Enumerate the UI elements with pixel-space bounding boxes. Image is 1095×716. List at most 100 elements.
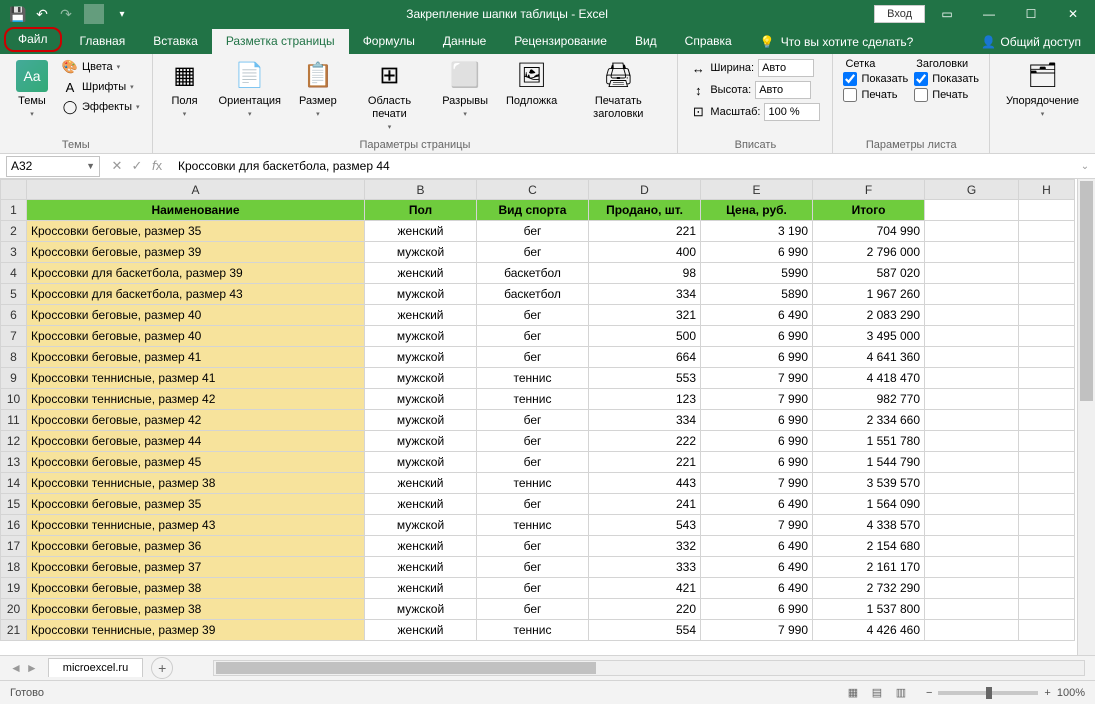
cell[interactable]: 334 xyxy=(589,284,701,305)
cell[interactable]: 6 490 xyxy=(701,536,813,557)
row-header[interactable]: 14 xyxy=(1,473,27,494)
maximize-icon[interactable]: ☐ xyxy=(1011,0,1051,28)
cell[interactable]: женский xyxy=(365,494,477,515)
cell[interactable]: 334 xyxy=(589,410,701,431)
table-header-cell[interactable]: Наименование xyxy=(27,200,365,221)
cell[interactable]: 6 490 xyxy=(701,578,813,599)
page-break-view-icon[interactable]: ▥ xyxy=(890,684,912,702)
cell[interactable]: Кроссовки беговые, размер 37 xyxy=(27,557,365,578)
cell[interactable]: 2 334 660 xyxy=(813,410,925,431)
cell[interactable]: бег xyxy=(477,599,589,620)
cell[interactable]: Кроссовки теннисные, размер 41 xyxy=(27,368,365,389)
tab-review[interactable]: Рецензирование xyxy=(500,29,621,54)
cell[interactable]: 1 564 090 xyxy=(813,494,925,515)
cell[interactable]: теннис xyxy=(477,389,589,410)
cell[interactable]: 1 544 790 xyxy=(813,452,925,473)
cell[interactable]: Кроссовки беговые, размер 35 xyxy=(27,221,365,242)
row-header[interactable]: 17 xyxy=(1,536,27,557)
sheet-nav-prev-icon[interactable]: ◄ xyxy=(10,661,22,675)
tab-help[interactable]: Справка xyxy=(671,29,746,54)
table-header-cell[interactable]: Продано, шт. xyxy=(589,200,701,221)
cell[interactable]: Кроссовки беговые, размер 40 xyxy=(27,326,365,347)
background-button[interactable]: 🖼Подложка xyxy=(500,58,563,110)
cell[interactable]: мужской xyxy=(365,284,477,305)
cell[interactable]: 7 990 xyxy=(701,620,813,641)
gridlines-print-checkbox[interactable]: Печать xyxy=(843,88,908,102)
gridlines-view-checkbox[interactable]: Показать xyxy=(843,72,908,86)
row-header[interactable]: 11 xyxy=(1,410,27,431)
cell[interactable]: Кроссовки теннисные, размер 42 xyxy=(27,389,365,410)
row-header[interactable]: 10 xyxy=(1,389,27,410)
orientation-button[interactable]: 📄Ориентация▾ xyxy=(213,58,287,122)
cell[interactable]: 553 xyxy=(589,368,701,389)
spreadsheet-grid[interactable]: ABCDEFGH1НаименованиеПолВид спортаПродан… xyxy=(0,179,1077,655)
row-header[interactable]: 9 xyxy=(1,368,27,389)
row-header[interactable]: 12 xyxy=(1,431,27,452)
cell[interactable]: мужской xyxy=(365,410,477,431)
col-header[interactable]: A xyxy=(27,180,365,200)
cell[interactable]: 321 xyxy=(589,305,701,326)
col-header[interactable]: C xyxy=(477,180,589,200)
cell[interactable]: теннис xyxy=(477,620,589,641)
cell[interactable]: 4 338 570 xyxy=(813,515,925,536)
cell[interactable]: женский xyxy=(365,536,477,557)
cell[interactable]: 220 xyxy=(589,599,701,620)
tab-formulas[interactable]: Формулы xyxy=(349,29,429,54)
cell[interactable]: 3 190 xyxy=(701,221,813,242)
login-button[interactable]: Вход xyxy=(874,5,925,23)
zoom-out-icon[interactable]: − xyxy=(926,687,932,699)
row-header[interactable]: 20 xyxy=(1,599,27,620)
cell[interactable]: 400 xyxy=(589,242,701,263)
tab-data[interactable]: Данные xyxy=(429,29,500,54)
cell[interactable]: мужской xyxy=(365,389,477,410)
cell[interactable]: Кроссовки беговые, размер 36 xyxy=(27,536,365,557)
cell[interactable]: 123 xyxy=(589,389,701,410)
cell[interactable]: 2 732 290 xyxy=(813,578,925,599)
themes-button[interactable]: AaТемы▾ xyxy=(10,58,54,122)
cell[interactable]: бег xyxy=(477,578,589,599)
cell[interactable]: 5890 xyxy=(701,284,813,305)
cell[interactable]: мужской xyxy=(365,326,477,347)
print-area-button[interactable]: ⊞Область печати▾ xyxy=(349,58,430,135)
cell[interactable]: 221 xyxy=(589,452,701,473)
cell[interactable]: бег xyxy=(477,221,589,242)
cell[interactable]: женский xyxy=(365,473,477,494)
cell[interactable]: 1 967 260 xyxy=(813,284,925,305)
size-button[interactable]: 📋Размер▾ xyxy=(293,58,343,122)
col-header[interactable]: F xyxy=(813,180,925,200)
cell[interactable]: мужской xyxy=(365,452,477,473)
col-header[interactable]: B xyxy=(365,180,477,200)
row-header[interactable]: 16 xyxy=(1,515,27,536)
height-input[interactable] xyxy=(755,81,811,99)
cell[interactable]: мужской xyxy=(365,347,477,368)
headings-print-checkbox[interactable]: Печать xyxy=(914,88,979,102)
row-header[interactable]: 8 xyxy=(1,347,27,368)
cell[interactable]: женский xyxy=(365,305,477,326)
cell[interactable]: 6 990 xyxy=(701,326,813,347)
row-header[interactable]: 6 xyxy=(1,305,27,326)
cell[interactable]: женский xyxy=(365,578,477,599)
tab-insert[interactable]: Вставка xyxy=(139,29,212,54)
cell[interactable]: 2 796 000 xyxy=(813,242,925,263)
cell[interactable]: Кроссовки для баскетбола, размер 39 xyxy=(27,263,365,284)
width-input[interactable] xyxy=(758,59,814,77)
cell[interactable]: Кроссовки беговые, размер 40 xyxy=(27,305,365,326)
zoom-in-icon[interactable]: + xyxy=(1044,687,1050,699)
cell[interactable]: Кроссовки беговые, размер 44 xyxy=(27,431,365,452)
cell[interactable]: 6 990 xyxy=(701,242,813,263)
close-icon[interactable]: ✕ xyxy=(1053,0,1093,28)
row-header[interactable]: 18 xyxy=(1,557,27,578)
col-header[interactable]: H xyxy=(1019,180,1075,200)
cell[interactable]: бег xyxy=(477,305,589,326)
headings-view-checkbox[interactable]: Показать xyxy=(914,72,979,86)
cell[interactable]: Кроссовки теннисные, размер 43 xyxy=(27,515,365,536)
colors-button[interactable]: 🎨Цвета▾ xyxy=(60,58,142,76)
cell[interactable]: женский xyxy=(365,557,477,578)
cell[interactable]: бег xyxy=(477,557,589,578)
cell[interactable]: бег xyxy=(477,347,589,368)
cell[interactable]: 421 xyxy=(589,578,701,599)
cell[interactable]: 7 990 xyxy=(701,389,813,410)
cell[interactable]: Кроссовки беговые, размер 38 xyxy=(27,578,365,599)
enter-formula-icon[interactable]: ✓ xyxy=(128,158,146,174)
cell[interactable]: 333 xyxy=(589,557,701,578)
